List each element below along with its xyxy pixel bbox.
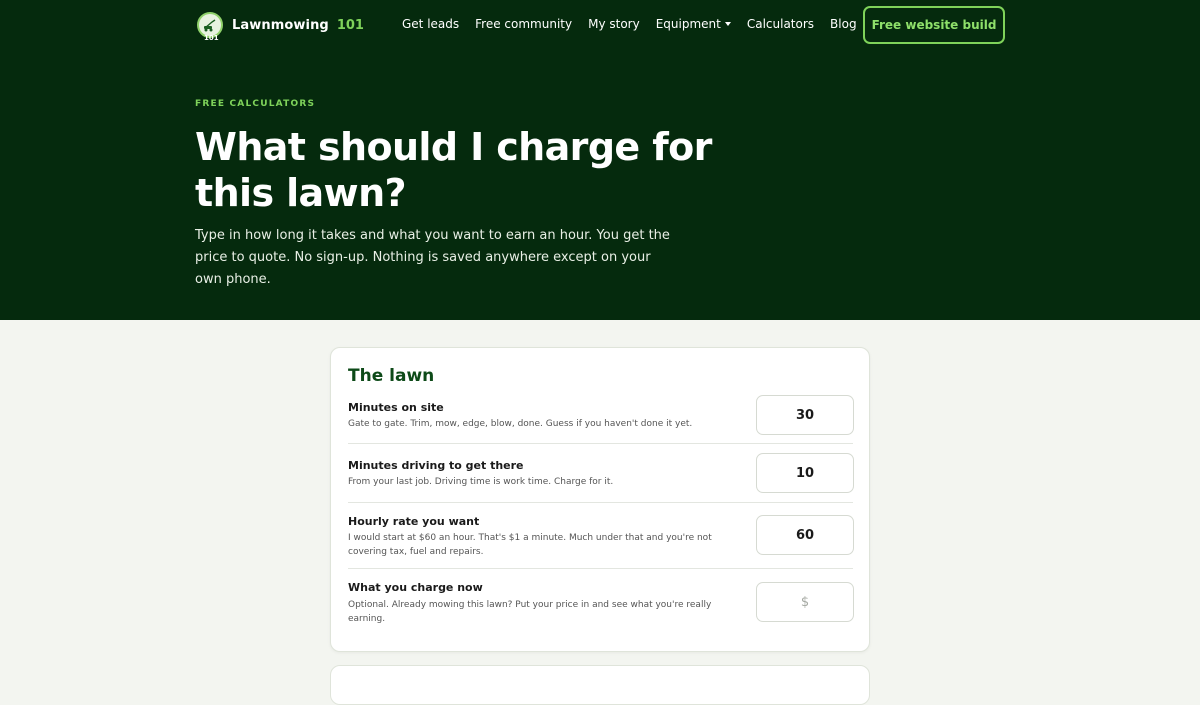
- hero-description: Type in how long it takes and what you w…: [195, 228, 670, 287]
- brand-number: 101: [336, 17, 364, 33]
- top-nav: 101 Lawnmowing 101 Get leads Free commun…: [0, 0, 1200, 50]
- minutes-driving-input[interactable]: 10: [756, 453, 854, 493]
- hourly-rate-input[interactable]: 60: [756, 515, 854, 555]
- lawn-calculator-card: The lawn Minutes on site Gate to gate. T…: [330, 347, 870, 652]
- card-title: The lawn: [348, 366, 435, 386]
- logo-badge-number: 101: [204, 34, 219, 42]
- hero-section: 101 Lawnmowing 101 Get leads Free commun…: [0, 0, 1200, 320]
- nav-my-story[interactable]: My story: [588, 17, 640, 31]
- nav-equipment-label: Equipment: [655, 17, 721, 31]
- row-label: Hourly rate you want: [348, 515, 480, 528]
- row-hourly-rate: Hourly rate you want I would start at $6…: [348, 503, 854, 569]
- nav-get-leads[interactable]: Get leads: [402, 17, 459, 31]
- row-help: I would start at $60 an hour. That's $1 …: [348, 533, 712, 557]
- nav-calculators[interactable]: Calculators: [747, 17, 814, 31]
- eyebrow-label: FREE CALCULATORS: [195, 99, 316, 109]
- brand-name: Lawnmowing: [232, 17, 329, 33]
- row-help: Gate to gate. Trim, mow, edge, blow, don…: [348, 419, 693, 429]
- page-title: What should I charge for this lawn?: [195, 125, 712, 215]
- lawnmower-logo-icon: 101: [197, 12, 223, 42]
- nav-blog[interactable]: Blog: [830, 17, 857, 31]
- nav-equipment[interactable]: Equipment: [656, 17, 731, 31]
- row-minutes-driving: Minutes driving to get there From your l…: [348, 444, 854, 503]
- row-current-charge: What you charge now Optional. Already mo…: [348, 569, 854, 639]
- free-website-build-button[interactable]: Free website build: [863, 6, 1005, 44]
- minutes-on-site-input[interactable]: 30: [756, 395, 854, 435]
- row-label: Minutes on site: [348, 401, 444, 414]
- row-label: What you charge now: [348, 581, 483, 594]
- row-help: Optional. Already mowing this lawn? Put …: [348, 600, 712, 624]
- row-minutes-on-site: Minutes on site Gate to gate. Trim, mow,…: [348, 395, 854, 444]
- site-logo[interactable]: 101 Lawnmowing 101: [197, 12, 364, 42]
- row-help: From your last job. Driving time is work…: [348, 477, 614, 487]
- results-card: [330, 665, 870, 705]
- nav-links: Get leads Free community My story Equipm…: [402, 17, 873, 31]
- nav-free-community[interactable]: Free community: [475, 17, 572, 31]
- current-charge-input[interactable]: $: [756, 582, 854, 622]
- chevron-down-icon: [724, 22, 731, 26]
- row-label: Minutes driving to get there: [348, 459, 524, 472]
